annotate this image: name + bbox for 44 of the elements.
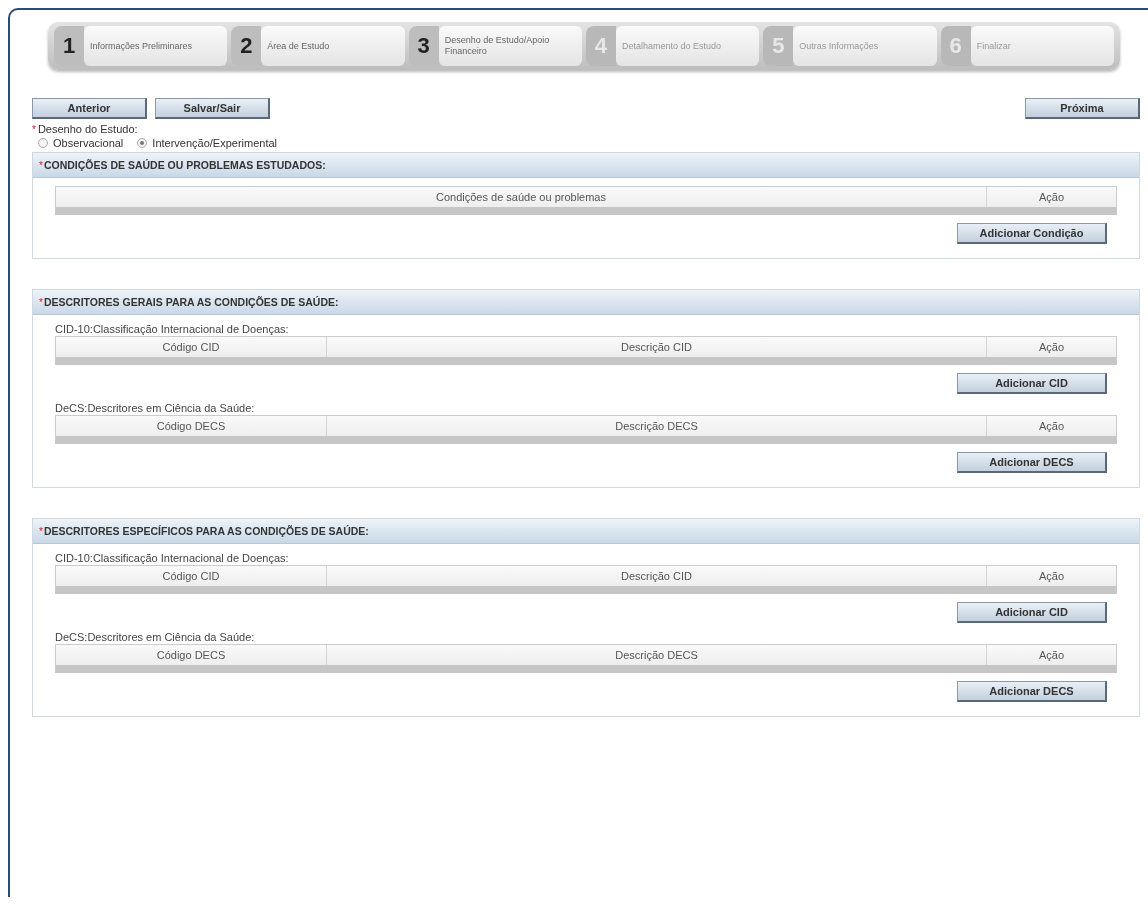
add-button[interactable]: Adicionar CID	[957, 602, 1107, 623]
step-number: 2	[231, 26, 262, 66]
column-header: Descrição CID	[326, 337, 986, 357]
step-number: 1	[54, 26, 84, 66]
table-caption: CID-10:Classificação Internacional de Doenças:	[55, 323, 290, 335]
column-header: Ação	[986, 416, 1116, 436]
field-label: Desenho do Estudo:	[37, 123, 138, 135]
section-title: CONDIÇÕES DE SAÚDE OU PROBLEMAS ESTUDADOS:	[43, 159, 326, 171]
column-header: Código DECS	[56, 416, 326, 436]
nav-button[interactable]: Anterior	[32, 98, 147, 119]
table-caption: DeCS:Descritores em Ciência da Saúde:	[55, 402, 256, 414]
radio-button[interactable]	[137, 138, 148, 148]
section-title: DESCRITORES ESPECÍFICOS PARA AS CONDIÇÕES DE SAÚDE:	[43, 525, 369, 537]
column-header: Código DECS	[56, 645, 326, 665]
step-label[interactable]: Desenho de Estudo/Apoio Financeiro	[438, 26, 582, 66]
column-header: Código CID	[56, 337, 326, 357]
radio-button[interactable]	[38, 138, 48, 148]
column-header: Código CID	[56, 566, 326, 586]
required-mark: *	[39, 525, 43, 537]
column-header: Condições de saúde ou problemas	[56, 187, 986, 207]
radio-label: Intervenção/Experimental	[152, 137, 278, 149]
required-mark: *	[39, 159, 43, 171]
column-header: Ação	[986, 566, 1116, 586]
add-button[interactable]: Adicionar DECS	[957, 452, 1107, 473]
required-mark: *	[32, 124, 36, 135]
step-label[interactable]: Área de Estudo	[261, 26, 405, 66]
add-button[interactable]: Adicionar Condição	[957, 223, 1107, 244]
step-label[interactable]: Informações Preliminares	[84, 26, 228, 66]
table-caption: DeCS:Descritores em Ciência da Saúde:	[55, 631, 256, 643]
required-mark: *	[39, 296, 43, 308]
column-header: Ação	[986, 645, 1116, 665]
nav-button[interactable]: Salvar/Sair	[155, 98, 270, 119]
column-header: Descrição DECS	[326, 416, 986, 436]
radio-label: Observacional	[53, 137, 124, 149]
add-button[interactable]: Adicionar DECS	[957, 681, 1107, 702]
table-caption: CID-10:Classificação Internacional de Doenças:	[55, 552, 290, 564]
column-header: Ação	[986, 337, 1116, 357]
column-header: Ação	[986, 187, 1116, 207]
add-button[interactable]: Adicionar CID	[957, 373, 1107, 394]
step-number: 3	[408, 26, 439, 66]
column-header: Descrição CID	[326, 566, 986, 586]
column-header: Descrição DECS	[326, 645, 986, 665]
next-button[interactable]: Próxima	[1025, 98, 1140, 119]
section-title: DESCRITORES GERAIS PARA AS CONDIÇÕES DE SAÚDE:	[43, 296, 339, 308]
